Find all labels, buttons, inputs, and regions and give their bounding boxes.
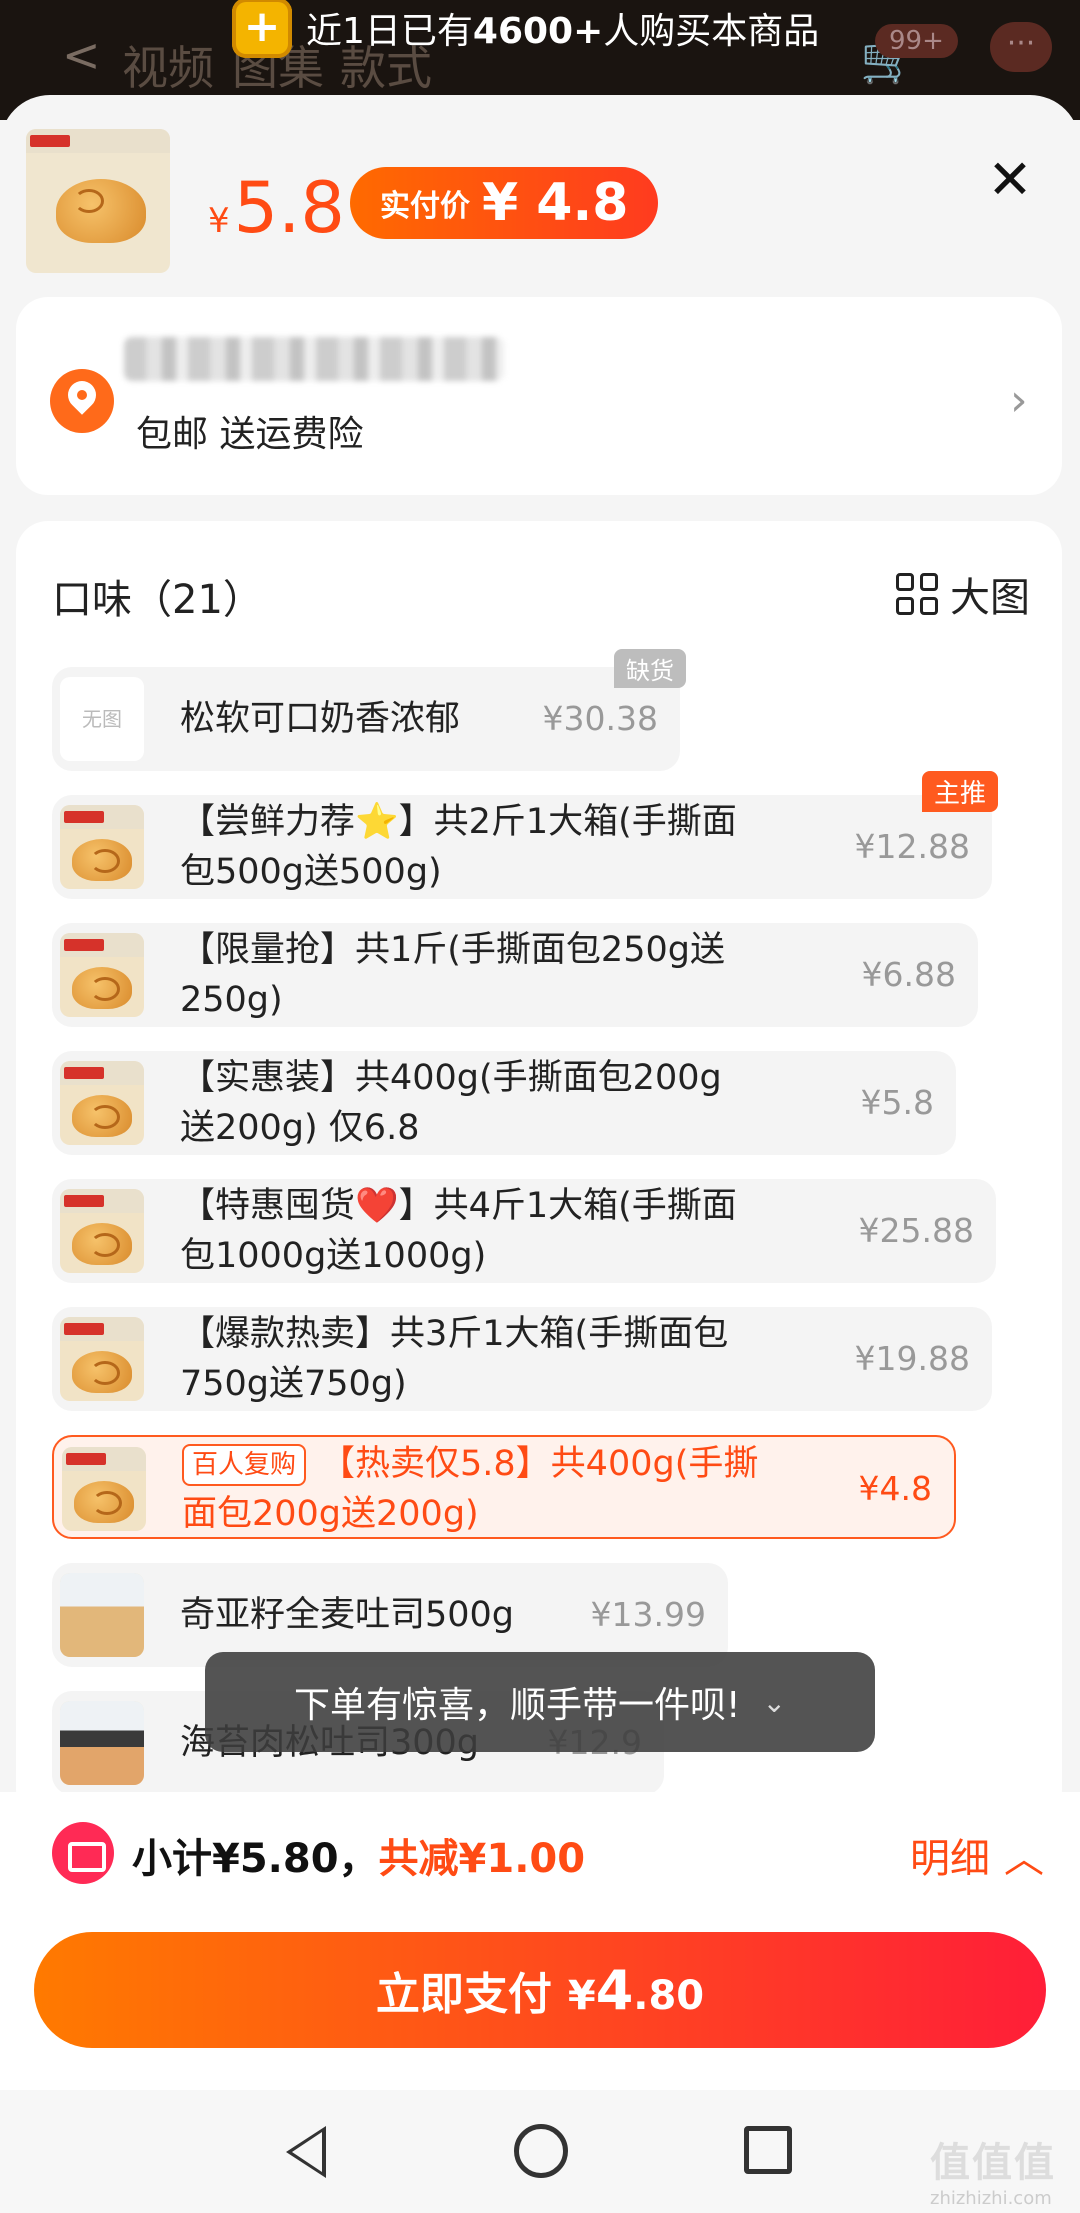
more-icon: ··· xyxy=(990,22,1052,72)
option-item[interactable]: 【限量抢】共1斤(手撕面包250g送 250g) ¥6.88 xyxy=(52,923,978,1027)
option-thumbnail xyxy=(60,1317,144,1401)
coupon-icon xyxy=(52,1822,114,1884)
recommended-tag: 主推 xyxy=(921,771,998,812)
option-thumbnail xyxy=(60,1189,144,1273)
out-of-stock-tag: 缺货 xyxy=(614,649,686,688)
price: ¥ 5.8 xyxy=(208,167,345,249)
detail-toggle[interactable]: 明细 ︿ xyxy=(910,1826,1044,1884)
watermark: 值值值 zhizhizhi.com xyxy=(930,2140,1056,2209)
option-group-title: 口味（21） xyxy=(52,577,263,623)
cart-badge: 99+ xyxy=(875,24,958,58)
bread-image xyxy=(56,179,146,243)
shipping-info: 包邮 送运费险 xyxy=(136,414,364,455)
product-thumbnail[interactable] xyxy=(26,129,170,273)
pay-now-button[interactable]: 立即支付 ¥4.80 xyxy=(34,1932,1046,2048)
chevron-up-icon: ︿ xyxy=(1004,1836,1044,1882)
option-thumbnail xyxy=(60,1701,144,1785)
address-redacted xyxy=(124,337,504,381)
big-image-toggle[interactable]: 大图 xyxy=(896,565,1030,623)
no-image-placeholder: 无图 xyxy=(60,677,144,761)
option-list-card: 口味（21） 大图 无图 松软可口奶香浓郁 ¥30.38 缺货 【尝鲜力荐⭐】共… xyxy=(16,521,1062,1821)
bg-tab-video: 视频 xyxy=(122,41,214,95)
repurchase-badge: 百人复购 xyxy=(182,1444,307,1486)
paid-price-pill: 实付价 ¥ 4.8 xyxy=(350,167,659,239)
option-thumbnail xyxy=(60,1573,144,1657)
nav-home-icon[interactable] xyxy=(514,2124,568,2178)
sheet-header: ¥ 5.8 实付价 ¥ 4.8 ✕ xyxy=(0,95,1080,285)
address-card[interactable]: 包邮 送运费险 › xyxy=(16,297,1062,495)
double-chevron-down-icon: ⌄ xyxy=(762,1685,786,1719)
option-item[interactable]: 【爆款热卖】共3斤1大箱(手撕面包 750g送750g) ¥19.88 xyxy=(52,1307,992,1411)
option-item[interactable]: 【尝鲜力荐⭐】共2斤1大箱(手撕面 包500g送500g) ¥12.88 主推 xyxy=(52,771,998,899)
subtotal: 小计¥5.80，共减¥1.00 xyxy=(132,1836,586,1882)
promo-toast[interactable]: 下单有惊喜，顺手带一件呗! ⌄ xyxy=(205,1652,875,1752)
system-navigation-bar xyxy=(0,2090,1080,2213)
option-item[interactable]: 【实惠装】共400g(手撕面包200g 送200g) 仅6.8 ¥5.8 xyxy=(52,1051,956,1155)
nav-back-icon[interactable] xyxy=(286,2126,326,2178)
option-thumbnail xyxy=(60,1061,144,1145)
option-thumbnail xyxy=(60,933,144,1017)
back-icon: < xyxy=(62,28,101,82)
plus-icon: + xyxy=(232,0,292,58)
option-item[interactable]: 无图 松软可口奶香浓郁 ¥30.38 缺货 xyxy=(52,649,686,771)
chevron-right-icon: › xyxy=(1010,375,1028,426)
option-item[interactable]: 【特惠囤货❤️】共4斤1大箱(手撕面 包1000g送1000g) ¥25.88 xyxy=(52,1179,996,1283)
grid-icon xyxy=(896,573,938,615)
option-thumbnail xyxy=(60,805,144,889)
purchase-banner: + 近1日已有4600+人购买本商品 xyxy=(232,0,819,58)
option-thumbnail xyxy=(62,1447,146,1531)
close-icon[interactable]: ✕ xyxy=(980,150,1040,210)
option-item-selected[interactable]: 百人复购 【热卖仅5.8】共400g(手撕 面包200g送200g) ¥4.8 xyxy=(52,1435,956,1539)
location-pin-icon xyxy=(50,369,114,433)
nav-recents-icon[interactable] xyxy=(744,2126,792,2174)
